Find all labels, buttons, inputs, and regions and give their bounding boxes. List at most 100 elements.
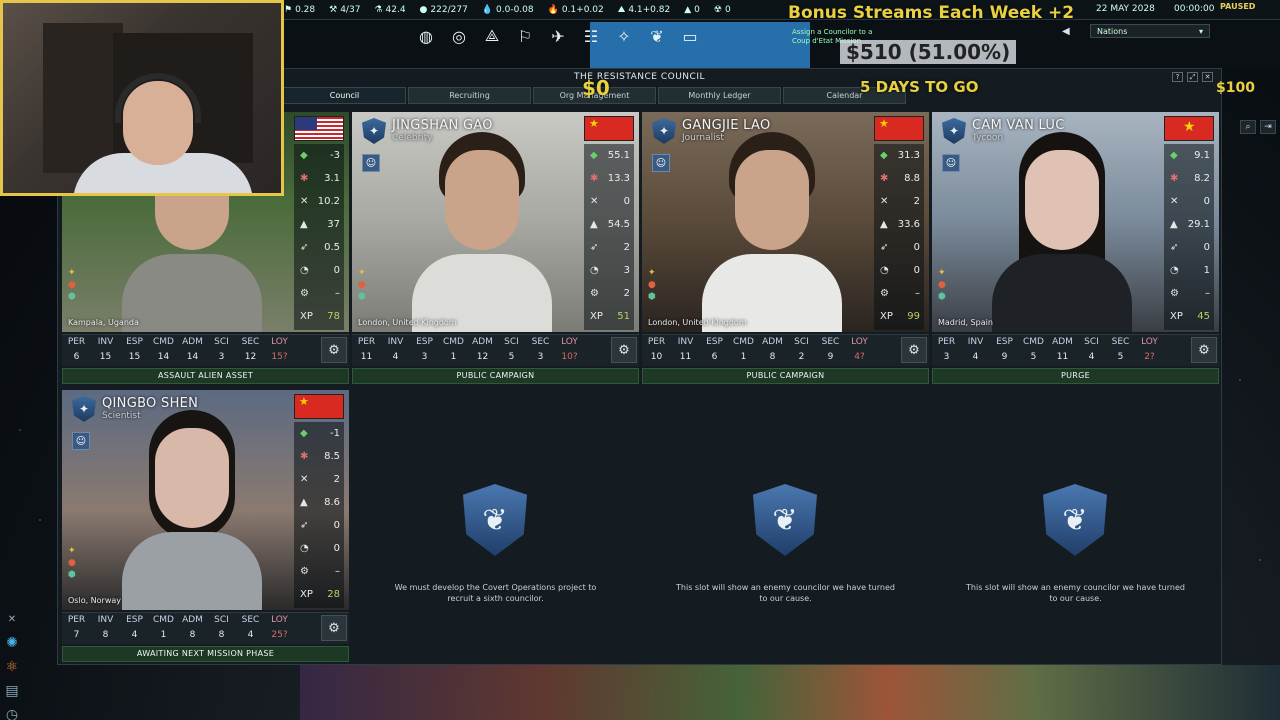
councilor-name-block: ✦ GANGJIE LAO Journalist xyxy=(652,118,771,144)
rocket-icon: ➶ xyxy=(1170,242,1179,253)
attr-value: 8 xyxy=(102,630,109,640)
paused-indicator[interactable]: PAUSED xyxy=(1220,2,1255,11)
attr-value: 15 xyxy=(128,352,141,362)
councilor-mission[interactable]: PURGE xyxy=(932,368,1219,384)
xp-value: 51 xyxy=(617,311,630,322)
mission-assign-icon[interactable]: ⚙ xyxy=(611,337,637,363)
attr-value: 11 xyxy=(679,352,692,362)
expand-icon[interactable]: ⤢ xyxy=(1187,72,1198,82)
monitor-icon[interactable]: ▭ xyxy=(676,22,704,50)
mission-assign-icon[interactable]: ⚙ xyxy=(321,615,347,641)
brain-icon[interactable]: ❦ xyxy=(643,22,671,50)
attr-value: 11 xyxy=(360,352,373,362)
bulb-icon[interactable]: ✧ xyxy=(610,22,638,50)
resource-flag[interactable]: ⚑ 0.28 xyxy=(284,5,315,15)
councilor-mini-avatar-icon[interactable]: ☺ xyxy=(362,154,380,172)
tab-recruiting[interactable]: Recruiting xyxy=(408,87,531,104)
game-clock[interactable]: 00:00:00 xyxy=(1174,4,1214,14)
tab-council[interactable]: Council xyxy=(283,87,406,104)
resource-ops[interactable]: ● 222/277 xyxy=(420,5,468,15)
atom-icon[interactable]: ⚛ xyxy=(2,658,22,676)
attribute-table: PER INV ESP CMD ADM SCI SEC LOY 7 8 4 1 8 8 4 25? ⚙ xyxy=(62,612,349,644)
tab-monthly-ledger[interactable]: Monthly Ledger xyxy=(658,87,781,104)
councilor-portrait[interactable]: ✦ CAM VAN LUC Tycoon ☺ ✦ ● ⬢ Madrid, Spa… xyxy=(932,112,1219,332)
resource-control[interactable]: ⚒ 4/37 xyxy=(329,5,360,15)
mission-assign-icon[interactable]: ⚙ xyxy=(901,337,927,363)
councilor-card[interactable]: ✦ JINGSHAN GAO Celebrity ☺ ✦ ● ⬢ London,… xyxy=(352,112,639,386)
councilor-mission[interactable]: PUBLIC CAMPAIGN xyxy=(642,368,929,384)
councilor-location: Kampala, Uganda xyxy=(68,318,139,327)
councilor-card[interactable]: ✦ GANGJIE LAO Journalist ☺ ✦ ● ⬢ London,… xyxy=(642,112,929,386)
nations-dropdown[interactable]: Nations ▾ xyxy=(1090,24,1210,38)
resource-research[interactable]: ⚗ 42.4 xyxy=(374,5,405,15)
missile-icon[interactable]: ✈ xyxy=(544,22,572,50)
councilor-stat: ✕ 2 xyxy=(294,468,344,491)
attr-header: ESP xyxy=(416,337,433,347)
clock-icon[interactable]: ◷ xyxy=(2,706,22,720)
councilor-portrait[interactable]: ✦ GANGJIE LAO Journalist ☺ ✦ ● ⬢ London,… xyxy=(642,112,929,332)
close-small-icon[interactable]: ✕ xyxy=(2,610,22,628)
attr-header: INV xyxy=(967,337,984,347)
portrait-figure xyxy=(122,410,262,610)
attr-value: 5 xyxy=(1117,352,1124,362)
flag-wave-icon[interactable]: ⚐ xyxy=(511,22,539,50)
attr-value: 14 xyxy=(157,352,170,362)
councilor-card[interactable]: ✦ CAM VAN LUC Tycoon ☺ ✦ ● ⬢ Madrid, Spa… xyxy=(932,112,1219,386)
sliders-icon[interactable]: ☷ xyxy=(577,22,605,50)
rocket-icon: ➶ xyxy=(300,520,309,531)
attr-header: LOY xyxy=(271,615,288,625)
mission-assign-icon[interactable]: ⚙ xyxy=(1191,337,1217,363)
attr-value: 8 xyxy=(189,630,196,640)
nation-nav-arrows[interactable]: ◀ xyxy=(1062,26,1070,37)
councilor-mini-avatar-icon[interactable]: ☺ xyxy=(942,154,960,172)
attr-header: CMD xyxy=(153,615,174,625)
xp-label: XP xyxy=(880,311,893,322)
councilor-mini-avatar-icon[interactable]: ☺ xyxy=(652,154,670,172)
councilor-portrait[interactable]: ✦ JINGSHAN GAO Celebrity ☺ ✦ ● ⬢ London,… xyxy=(352,112,639,332)
councilor-stat: ➶ 0 xyxy=(874,236,924,259)
councilor-portrait[interactable]: ✦ QINGBO SHEN Scientist ☺ ✦ ● ⬢ Oslo, No… xyxy=(62,390,349,610)
resource-noble-metals[interactable]: ▲ 0 xyxy=(684,5,700,15)
councilor-mini-avatar-icon[interactable]: ☺ xyxy=(72,432,90,450)
resource-volatiles[interactable]: 🔥 0.1+0.02 xyxy=(548,5,604,15)
rocket-icon: ➶ xyxy=(300,242,309,253)
close-icon[interactable]: ✕ xyxy=(1202,72,1213,82)
attr-header: SEC xyxy=(531,337,550,347)
influence-icon: ◆ xyxy=(300,150,308,161)
nation-flag-icon xyxy=(1164,116,1214,141)
collapse-icon[interactable]: ⇥ xyxy=(1260,120,1276,134)
mission-assign-icon[interactable]: ⚙ xyxy=(321,337,347,363)
attr-header: ADM xyxy=(182,615,203,625)
resource-bar: ⚑ 0.28 ⚒ 4/37 ⚗ 42.4 ● 222/277 💧 0.0-0.08 🔥 0.1+0.0… xyxy=(282,0,1280,20)
network-icon[interactable]: ⟁ xyxy=(478,22,506,50)
councilor-stat: ⚙ – xyxy=(1164,282,1214,305)
stat-value: 33.6 xyxy=(897,219,920,230)
councilor-stats-panel: ◆ 55.1 ✱ 13.3 ✕ 0 ▲ 54.5 ➶ 2 ◔ 3 ⚙ 2 XP … xyxy=(584,144,634,330)
xp-value: 78 xyxy=(327,311,340,322)
councilor-mission[interactable]: AWAITING NEXT MISSION PHASE xyxy=(62,646,349,662)
portrait-figure xyxy=(992,132,1132,332)
globe-icon[interactable]: ◍ xyxy=(412,22,440,50)
councilor-card[interactable]: ✦ QINGBO SHEN Scientist ☺ ✦ ● ⬢ Oslo, No… xyxy=(62,390,349,664)
xp-label: XP xyxy=(1170,311,1183,322)
trait-icon: ● xyxy=(938,280,946,290)
attr-header: SCI xyxy=(214,615,229,625)
resistance-eagle-icon: ❦ xyxy=(1043,484,1107,556)
attr-value: 3 xyxy=(218,352,225,362)
projects-icon: ⚙ xyxy=(300,288,309,299)
stat-value: 2 xyxy=(623,242,630,253)
docs-icon[interactable]: ▤ xyxy=(2,682,22,700)
resource-water[interactable]: 💧 0.0-0.08 xyxy=(482,5,534,15)
help-icon[interactable]: ? xyxy=(1172,72,1183,82)
councilor-mission[interactable]: ASSAULT ALIEN ASSET xyxy=(62,368,349,384)
target-icon[interactable]: ◎ xyxy=(445,22,473,50)
research-flask-icon: ▲ xyxy=(300,497,308,508)
network-node-icon[interactable]: ✺ xyxy=(2,634,22,652)
stat-value: 8.6 xyxy=(324,497,340,508)
trait-icon: ● xyxy=(648,280,656,290)
trait-icon: ✦ xyxy=(938,268,946,278)
resource-metals[interactable]: ⛰ 4.1+0.82 xyxy=(618,5,670,15)
resource-fissiles[interactable]: ☢ 0 xyxy=(714,5,731,15)
councilor-mission[interactable]: PUBLIC CAMPAIGN xyxy=(352,368,639,384)
search-icon[interactable]: ⌕ xyxy=(1240,120,1256,134)
